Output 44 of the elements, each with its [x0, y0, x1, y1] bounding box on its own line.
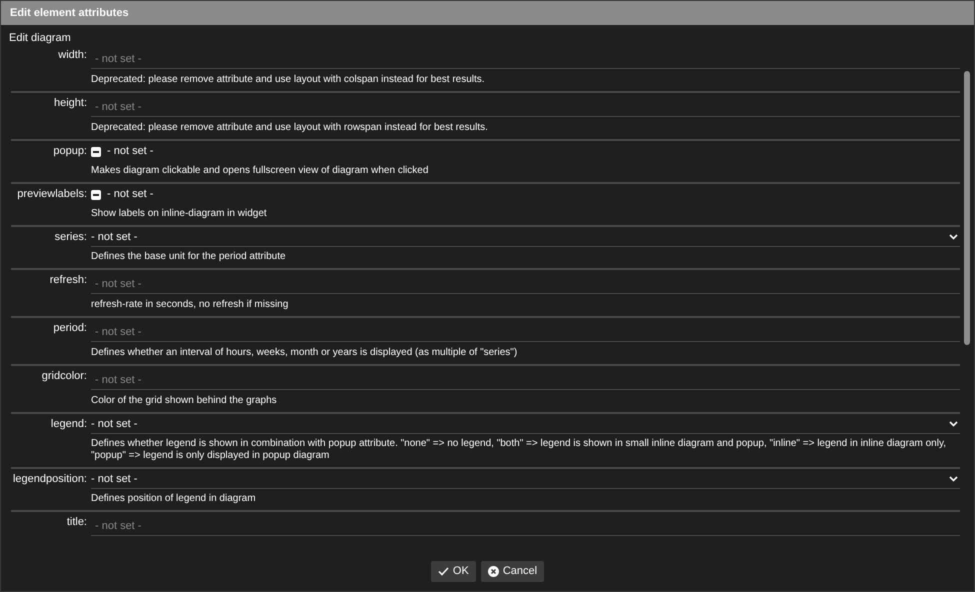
- attribute-description: Defines whether an interval of hours, weeks, month or years is displayed (as multiple of "series"): [91, 346, 518, 359]
- attribute-description: Defines position of legend in diagram: [91, 492, 257, 505]
- cancel-button[interactable]: Cancel: [480, 561, 544, 582]
- checkbox-label: - not set -: [107, 187, 154, 202]
- attribute-label: title:: [66, 515, 87, 530]
- select-field[interactable]: - not set -: [91, 228, 960, 247]
- attribute-label: legend:: [50, 417, 87, 432]
- checkbox-label: - not set -: [107, 144, 154, 160]
- attribute-description: Defines whether legend is shown in combination with popup attribute. "none" => no legend, "both" => legend is shown in small inline diagram and popup, "inline" => legend in inline diagram only, "popup" => legend is only displayed in popup diagram: [91, 437, 947, 462]
- attribute-label: period:: [53, 321, 87, 336]
- attribute-description: refresh-rate in seconds, no refresh if missing: [91, 298, 290, 311]
- checkbox[interactable]: [91, 190, 101, 200]
- attribute-description: Deprecated: please remove attribute and use layout with colspan instead for best results.: [91, 73, 486, 86]
- scrollbar[interactable]: [964, 71, 970, 345]
- attribute-label: refresh:: [50, 273, 87, 288]
- attribute-label: legendposition:: [12, 472, 87, 487]
- attribute-label: popup:: [53, 144, 87, 159]
- attribute-description: Defines the base unit for the period attribute: [91, 250, 287, 263]
- chevron-down-icon: [949, 476, 958, 482]
- select-field[interactable]: - not set -: [91, 415, 960, 434]
- attribute-description: Show labels on inline-diagram in widget: [91, 207, 268, 220]
- ok-button[interactable]: OK: [430, 561, 476, 582]
- attribute-label: previewlabels:: [17, 187, 87, 202]
- attribute-description: Makes diagram clickable and opens fullscreen view of diagram when clicked: [91, 164, 430, 177]
- section-title: Edit diagram: [9, 31, 71, 45]
- text-field[interactable]: - not set -: [91, 98, 960, 117]
- select-field[interactable]: - not set -: [91, 470, 960, 489]
- attribute-label: series:: [54, 230, 87, 245]
- attribute-description: Deprecated: please remove attribute and use layout with rowspan instead for best results.: [91, 121, 489, 134]
- chevron-down-icon: [949, 234, 958, 240]
- close-icon: [488, 566, 499, 577]
- text-field[interactable]: - not set -: [91, 275, 960, 294]
- attribute-label: width:: [58, 48, 87, 63]
- text-field[interactable]: - not set -: [91, 323, 960, 342]
- window-title: Edit element attributes: [10, 6, 129, 21]
- chevron-down-icon: [949, 421, 958, 427]
- attribute-label: gridcolor:: [42, 369, 87, 384]
- check-icon: [438, 567, 449, 576]
- checkbox[interactable]: [91, 146, 101, 156]
- text-field[interactable]: - not set -: [91, 50, 960, 69]
- text-field[interactable]: - not set -: [91, 371, 960, 390]
- attribute-description: Color of the grid shown behind the graphs: [91, 394, 278, 407]
- attribute-label: height:: [54, 96, 87, 111]
- text-field[interactable]: - not set -: [91, 517, 960, 536]
